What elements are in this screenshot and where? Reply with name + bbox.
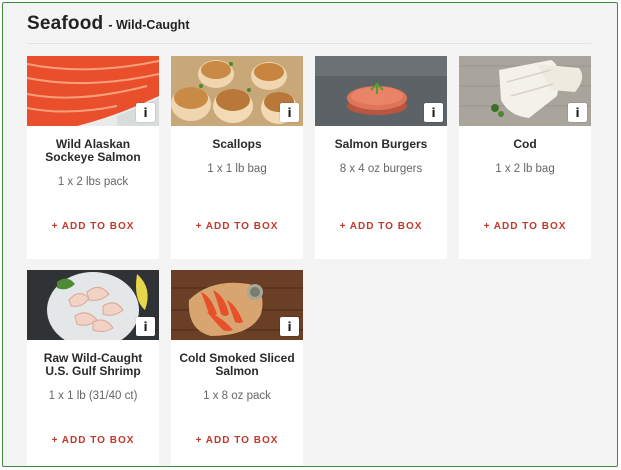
product-card-cod: i Cod 1 x 2 lb bag + ADD TO BOX <box>459 56 591 259</box>
section-title: Seafood <box>27 13 104 34</box>
seafood-section: Seafood - Wild-Caught i Wild Alaskan Soc… <box>2 2 618 467</box>
product-pack-size: 1 x 2 lb bag <box>495 163 555 175</box>
product-pack-size: 1 x 2 lbs pack <box>57 176 129 188</box>
info-button[interactable]: i <box>136 317 155 336</box>
info-button[interactable]: i <box>280 103 299 122</box>
add-to-box-button[interactable]: + ADD TO BOX <box>27 221 159 232</box>
add-to-box-button[interactable]: + ADD TO BOX <box>459 221 591 232</box>
product-card-scallops: i Scallops 1 x 1 lb bag + ADD TO BOX <box>171 56 303 259</box>
product-card-sockeye-salmon: i Wild Alaskan Sockeye Salmon 1 x 2 lbs … <box>27 56 159 259</box>
product-image-gulf-shrimp: i <box>27 270 159 340</box>
header-divider <box>27 43 591 44</box>
product-image-salmon-burgers: i <box>315 56 447 126</box>
product-name: Salmon Burgers <box>334 137 428 151</box>
info-button[interactable]: i <box>568 103 587 122</box>
product-image-sockeye-salmon: i <box>27 56 159 126</box>
product-name: Cold Smoked Sliced Salmon <box>179 351 295 378</box>
product-pack-size: 1 x 8 oz pack <box>203 390 271 402</box>
product-image-cod: i <box>459 56 591 126</box>
product-card-smoked-salmon: i Cold Smoked Sliced Salmon 1 x 8 oz pac… <box>171 270 303 466</box>
info-button[interactable]: i <box>280 317 299 336</box>
add-to-box-button[interactable]: + ADD TO BOX <box>27 435 159 446</box>
product-name: Cod <box>513 137 537 151</box>
product-pack-size: 8 x 4 oz burgers <box>339 163 423 175</box>
product-image-scallops: i <box>171 56 303 126</box>
add-to-box-button[interactable]: + ADD TO BOX <box>315 221 447 232</box>
info-button[interactable]: i <box>136 103 155 122</box>
section-subtitle: - Wild-Caught <box>108 18 190 32</box>
product-card-salmon-burgers: i Salmon Burgers 8 x 4 oz burgers + ADD … <box>315 56 447 259</box>
add-to-box-button[interactable]: + ADD TO BOX <box>171 435 303 446</box>
product-card-gulf-shrimp: i Raw Wild-Caught U.S. Gulf Shrimp 1 x 1… <box>27 270 159 466</box>
add-to-box-button[interactable]: + ADD TO BOX <box>171 221 303 232</box>
info-button[interactable]: i <box>424 103 443 122</box>
section-header: Seafood - Wild-Caught <box>27 13 189 35</box>
product-pack-size: 1 x 1 lb bag <box>207 163 267 175</box>
product-name: Wild Alaskan Sockeye Salmon <box>45 137 141 164</box>
product-pack-size: 1 x 1 lb (31/40 ct) <box>48 390 138 402</box>
product-image-smoked-salmon: i <box>171 270 303 340</box>
product-name: Raw Wild-Caught U.S. Gulf Shrimp <box>43 351 143 378</box>
product-name: Scallops <box>212 137 262 151</box>
